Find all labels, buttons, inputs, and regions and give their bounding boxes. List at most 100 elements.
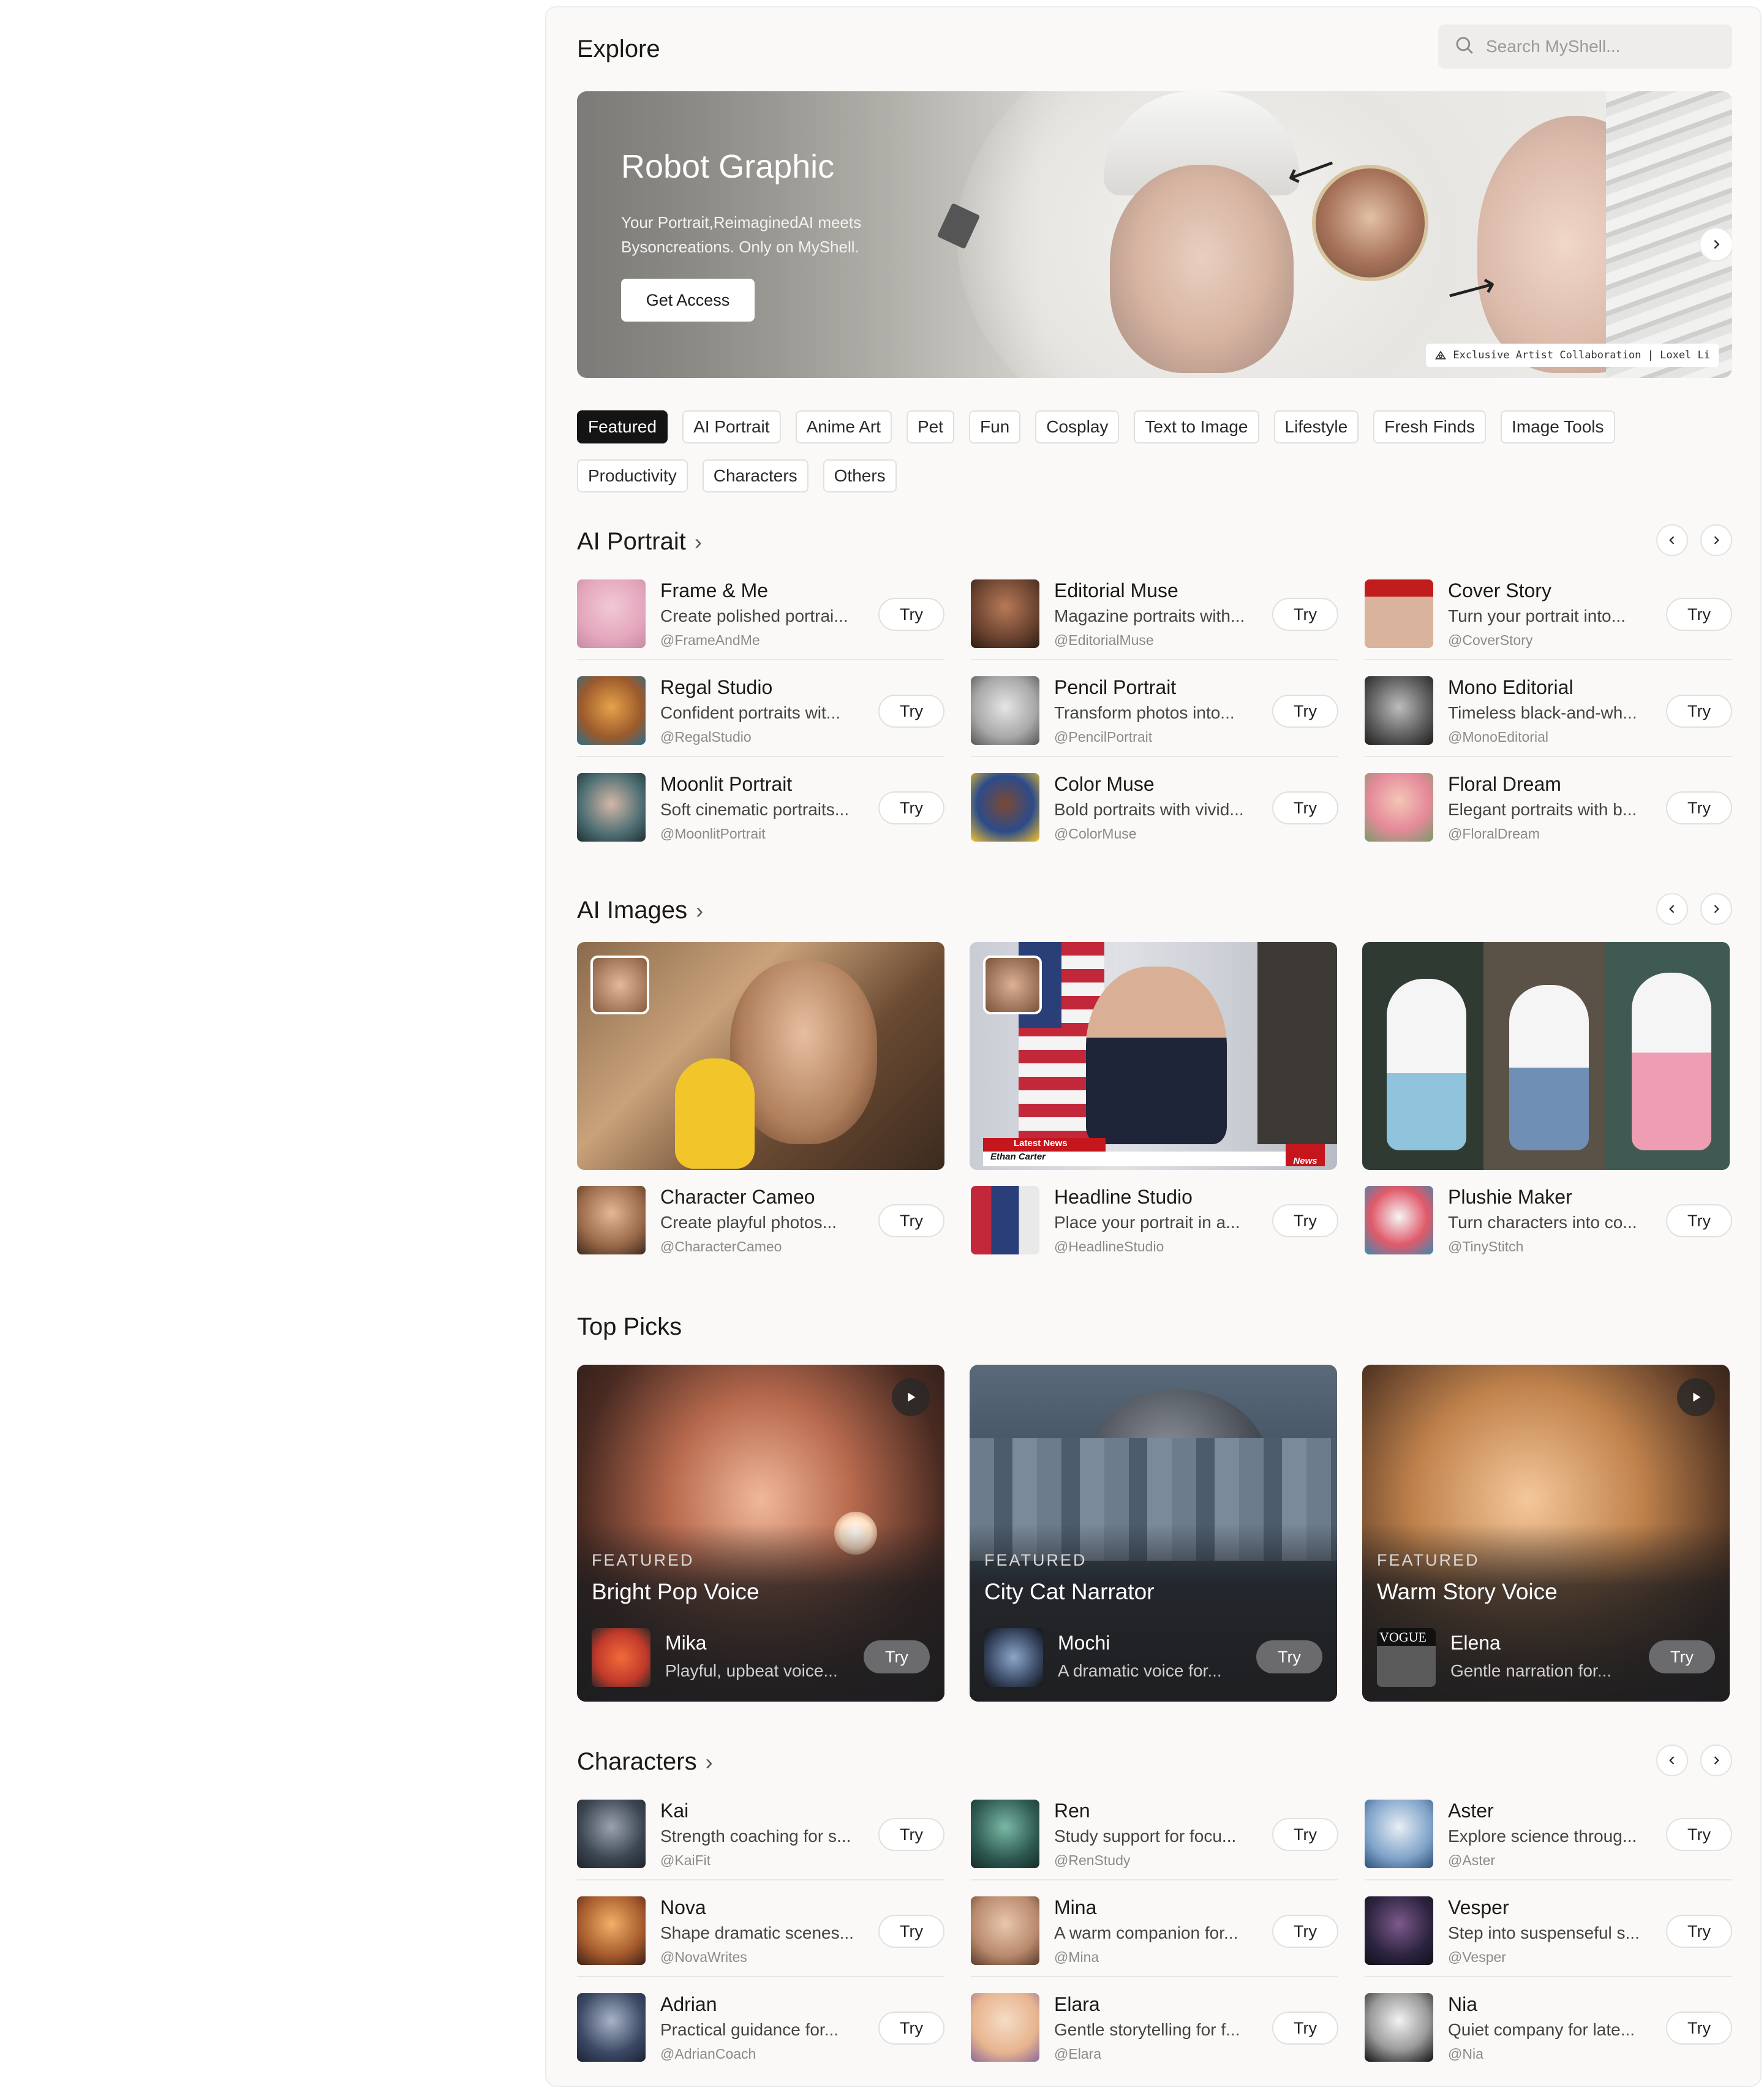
- category-chip[interactable]: Fresh Finds: [1373, 410, 1487, 443]
- try-button[interactable]: Try: [1666, 1818, 1732, 1851]
- list-item[interactable]: Pencil Portrait Transform photos into... @…: [971, 660, 1338, 757]
- item-name: Ren: [1054, 1800, 1090, 1822]
- category-chip[interactable]: Image Tools: [1501, 410, 1615, 443]
- list-item[interactable]: Headline Studio Place your portrait in a.…: [971, 1170, 1338, 1267]
- try-button[interactable]: Try: [878, 791, 944, 824]
- try-button[interactable]: Try: [878, 1204, 944, 1237]
- try-button[interactable]: Try: [1666, 791, 1732, 824]
- list-item[interactable]: Editorial Muse Magazine portraits with...…: [971, 564, 1338, 660]
- item-handle: @KaiFit: [660, 1852, 711, 1868]
- plushie-maker-preview[interactable]: [1362, 942, 1730, 1170]
- try-button[interactable]: Try: [1666, 2012, 1732, 2045]
- top-pick-card[interactable]: FEATURED City Cat Narrator Mochi A dramatic…: [970, 1365, 1337, 1702]
- try-button[interactable]: Try: [1666, 695, 1732, 728]
- item-handle: @Nia: [1448, 2046, 1483, 2062]
- section-title-link[interactable]: AI Portrait ›: [577, 528, 702, 556]
- list-item[interactable]: Character Cameo Create playful photos... @…: [577, 1170, 944, 1267]
- try-button[interactable]: Try: [1272, 1204, 1338, 1237]
- category-chip[interactable]: Lifestyle: [1273, 410, 1359, 443]
- category-chip[interactable]: Others: [823, 459, 897, 492]
- search-icon: [1454, 35, 1475, 59]
- item-thumbnail: [971, 579, 1039, 648]
- next-button[interactable]: [1700, 893, 1732, 925]
- item-thumbnail: [971, 1186, 1039, 1254]
- try-button[interactable]: Try: [1272, 791, 1338, 824]
- category-chip[interactable]: Cosplay: [1035, 410, 1120, 443]
- list-item[interactable]: Elara Gentle storytelling for f... @Elara T…: [971, 1977, 1338, 2074]
- prev-button[interactable]: [1656, 1744, 1688, 1776]
- try-button[interactable]: Try: [878, 695, 944, 728]
- try-button[interactable]: Try: [1272, 695, 1338, 728]
- try-button[interactable]: Try: [864, 1640, 930, 1673]
- category-chip[interactable]: Productivity: [577, 459, 688, 492]
- play-button[interactable]: [892, 1378, 930, 1416]
- list-item[interactable]: Kai Strength coaching for s... @KaiFit Try: [577, 1784, 944, 1880]
- try-button[interactable]: Try: [1272, 2012, 1338, 2045]
- list-item[interactable]: Adrian Practical guidance for... @AdrianCo…: [577, 1977, 944, 2074]
- pick-description: Playful, upbeat voice...: [665, 1661, 838, 1680]
- category-chip[interactable]: Featured: [577, 410, 668, 443]
- headline-studio-preview[interactable]: Latest News Ethan Carter News: [970, 942, 1337, 1170]
- prev-button[interactable]: [1656, 893, 1688, 925]
- list-item[interactable]: Mono Editorial Timeless black-and-wh... @M…: [1365, 660, 1732, 757]
- try-button[interactable]: Try: [1666, 1915, 1732, 1948]
- item-handle: @CharacterCameo: [660, 1239, 782, 1254]
- list-item[interactable]: Moonlit Portrait Soft cinematic portraits…: [577, 757, 944, 854]
- list-item[interactable]: Vesper Step into suspenseful s... @Vesper T…: [1365, 1880, 1732, 1977]
- try-button[interactable]: Try: [878, 1818, 944, 1851]
- try-button[interactable]: Try: [878, 2012, 944, 2045]
- category-chip[interactable]: Text to Image: [1134, 410, 1259, 443]
- plushie-image: [1632, 973, 1711, 1150]
- pick-avatar: [592, 1628, 650, 1687]
- next-button[interactable]: [1700, 524, 1732, 556]
- list-item[interactable]: Nia Quiet company for late... @Nia Try: [1365, 1977, 1732, 2074]
- list-item[interactable]: Color Muse Bold portraits with vivid... @C…: [971, 757, 1338, 854]
- search-input[interactable]: Search MyShell...: [1438, 25, 1732, 69]
- hero-banner[interactable]: ⟵ ⟶ Robot Graphic Your Portrait,Reimagin…: [577, 91, 1732, 378]
- try-button[interactable]: Try: [1272, 598, 1338, 631]
- banner-next-button[interactable]: [1700, 228, 1732, 260]
- category-chip[interactable]: Pet: [906, 410, 954, 443]
- character-cameo-preview[interactable]: [577, 942, 944, 1170]
- item-thumbnail: [1365, 773, 1433, 842]
- section-title-link[interactable]: AI Images ›: [577, 897, 703, 924]
- item-name: Pencil Portrait: [1054, 676, 1177, 698]
- item-handle: @EditorialMuse: [1054, 632, 1154, 648]
- item-handle: @FrameAndMe: [660, 632, 760, 648]
- news-badge: News: [1286, 1144, 1325, 1166]
- item-description: Explore science throug...: [1448, 1827, 1637, 1846]
- ai-portrait-list: Frame & Me Create polished portrai... @Fra…: [577, 564, 1732, 854]
- try-button[interactable]: Try: [1272, 1915, 1338, 1948]
- try-button[interactable]: Try: [878, 1915, 944, 1948]
- list-item[interactable]: Floral Dream Elegant portraits with b... @…: [1365, 757, 1732, 854]
- try-button[interactable]: Try: [878, 598, 944, 631]
- section-title-link[interactable]: Characters ›: [577, 1748, 713, 1776]
- try-button[interactable]: Try: [1272, 1818, 1338, 1851]
- try-button[interactable]: Try: [1666, 1204, 1732, 1237]
- top-pick-card[interactable]: FEATURED Bright Pop Voice Mika Playful, upb…: [577, 1365, 944, 1702]
- item-thumbnail: [577, 1186, 646, 1254]
- category-chip[interactable]: AI Portrait: [682, 410, 781, 443]
- list-item[interactable]: Nova Shape dramatic scenes... @NovaWrites T…: [577, 1880, 944, 1977]
- get-access-button[interactable]: Get Access: [621, 279, 755, 322]
- list-item[interactable]: Ren Study support for focu... @RenStudy Try: [971, 1784, 1338, 1880]
- try-button[interactable]: Try: [1649, 1640, 1715, 1673]
- category-chip[interactable]: Fun: [968, 410, 1021, 443]
- category-chip[interactable]: Characters: [702, 459, 809, 492]
- list-item[interactable]: Plushie Maker Turn characters into co... @…: [1365, 1170, 1732, 1267]
- play-button[interactable]: [1677, 1378, 1715, 1416]
- category-chip[interactable]: Anime Art: [795, 410, 892, 443]
- list-item[interactable]: Regal Studio Confident portraits wit... @R…: [577, 660, 944, 757]
- top-pick-card[interactable]: FEATURED Warm Story Voice VOGUE Elena Gentle…: [1362, 1365, 1730, 1702]
- try-button[interactable]: Try: [1256, 1640, 1322, 1673]
- plushie-image: [1509, 985, 1589, 1150]
- list-item[interactable]: Mina A warm companion for... @Mina Try: [971, 1880, 1338, 1977]
- item-description: Confident portraits wit...: [660, 703, 841, 722]
- list-item[interactable]: Frame & Me Create polished portrai... @Fra…: [577, 564, 944, 660]
- collab-icon: [1435, 350, 1447, 360]
- try-button[interactable]: Try: [1666, 598, 1732, 631]
- list-item[interactable]: Aster Explore science throug... @Aster Try: [1365, 1784, 1732, 1880]
- list-item[interactable]: Cover Story Turn your portrait into... @Co…: [1365, 564, 1732, 660]
- prev-button[interactable]: [1656, 524, 1688, 556]
- next-button[interactable]: [1700, 1744, 1732, 1776]
